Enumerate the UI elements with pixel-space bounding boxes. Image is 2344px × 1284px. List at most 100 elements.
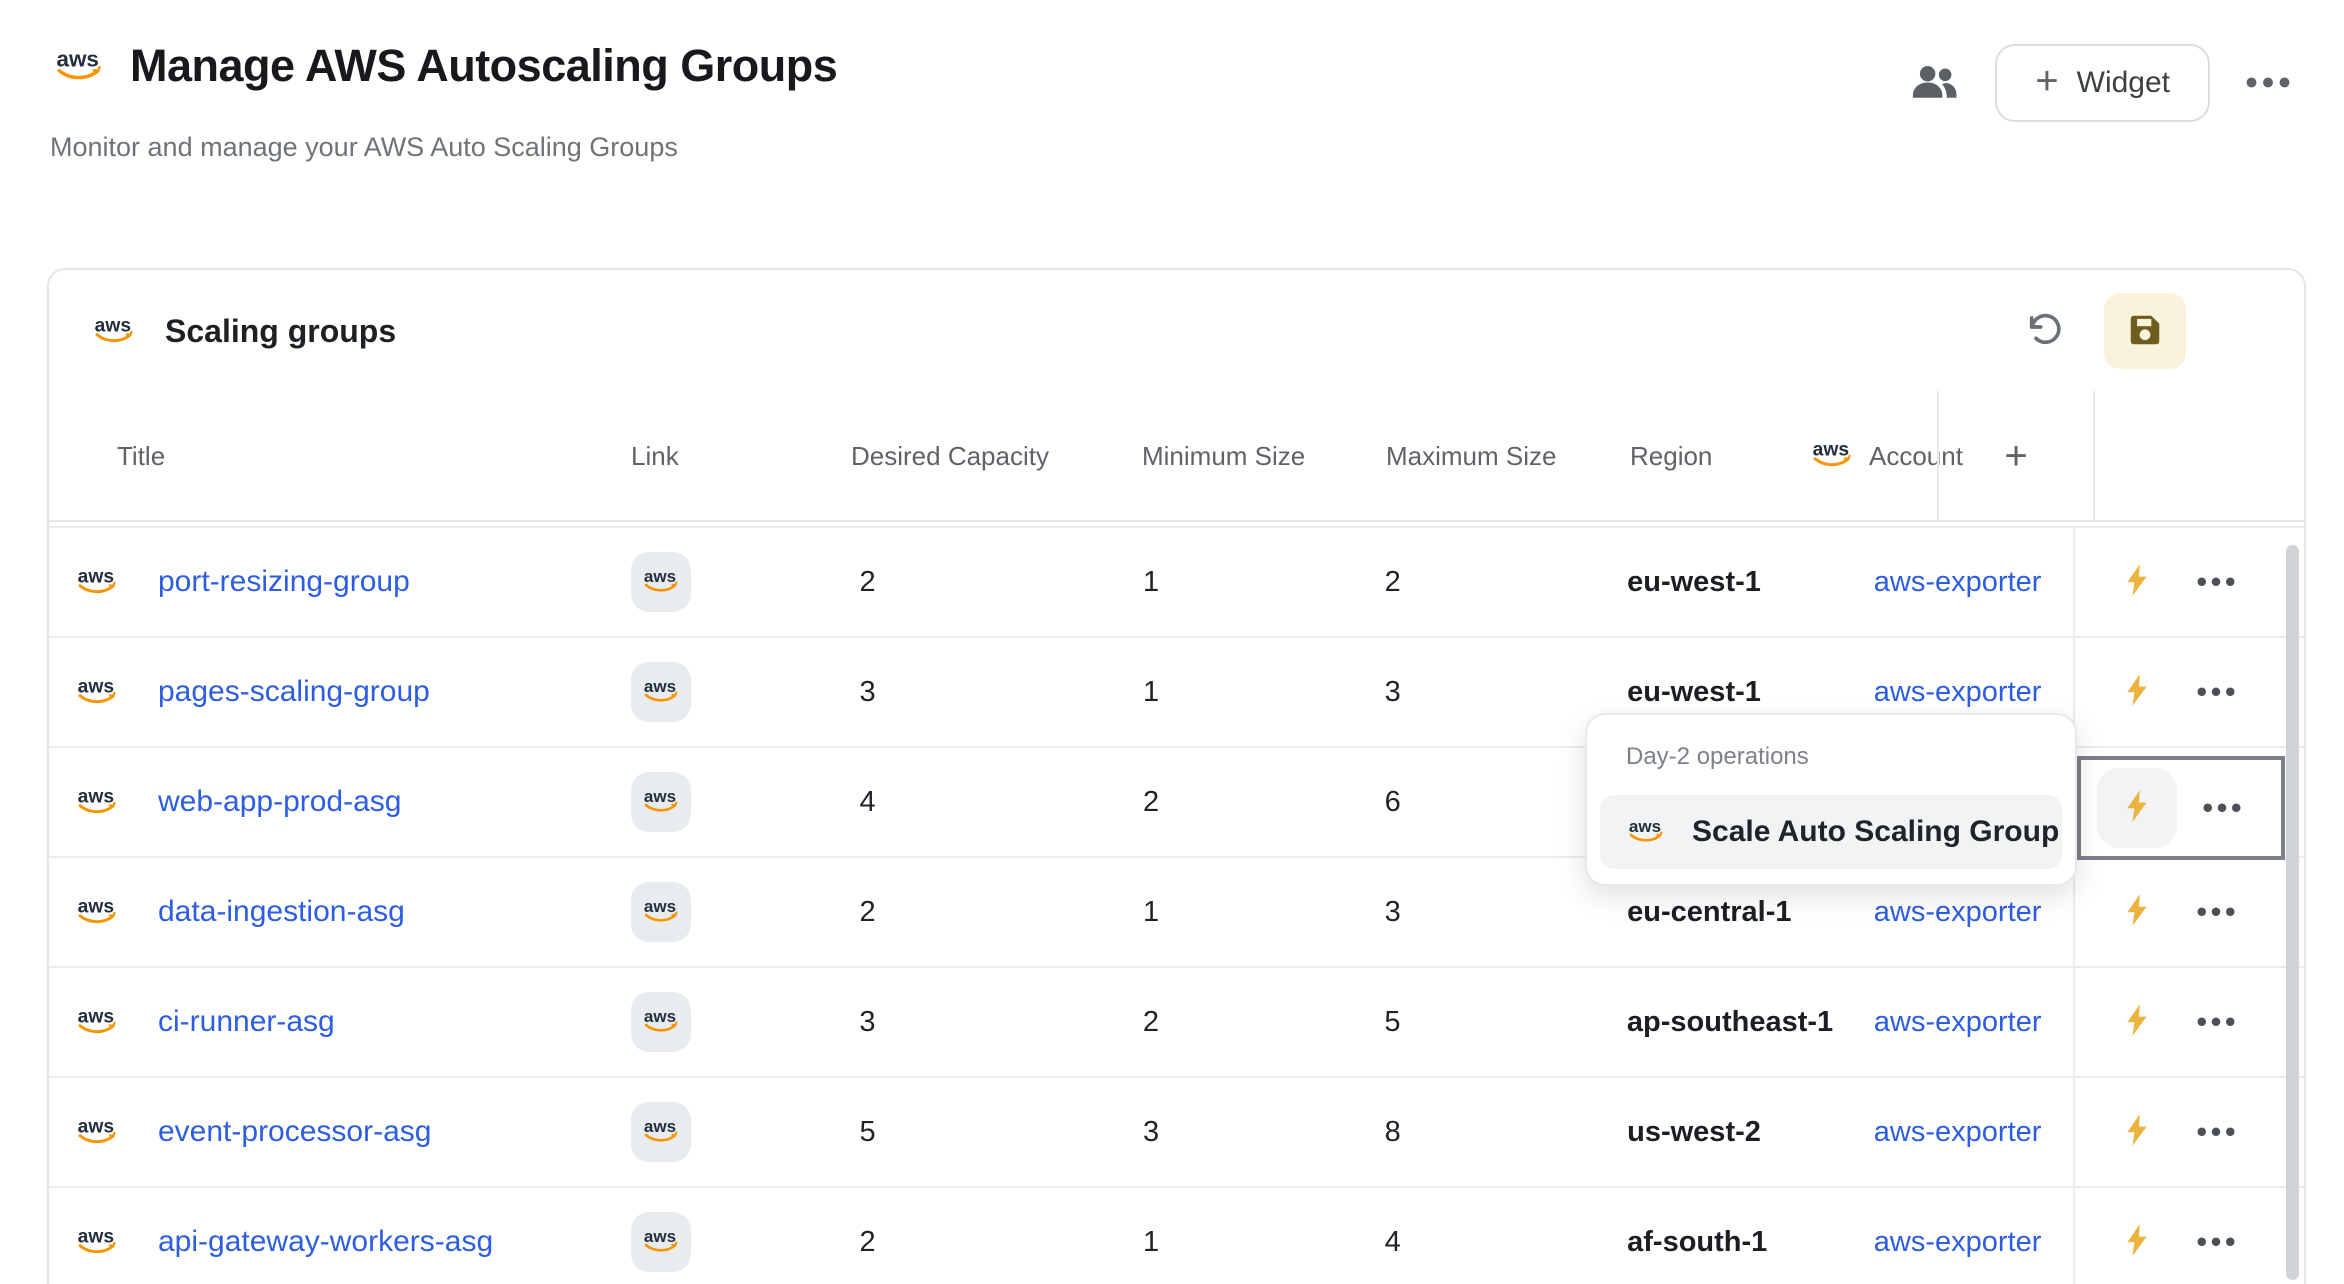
svg-text:aws: aws [1813,439,1849,460]
svg-text:aws: aws [644,897,676,916]
lightning-bolt-icon[interactable] [2123,1223,2151,1262]
svg-text:aws: aws [1629,817,1661,836]
svg-text:aws: aws [78,896,114,917]
aws-icon: aws [639,895,683,930]
row-menu-ellipsis-icon[interactable] [2197,573,2235,591]
svg-text:aws: aws [78,1116,114,1137]
table-row: aws ci-runner-asg aws 3 2 5 ap-southeast… [49,968,2304,1078]
row-minimum-size: 1 [1137,858,1382,966]
row-minimum-size: 2 [1137,968,1382,1076]
row-menu-ellipsis-icon[interactable] [2203,799,2241,817]
card-title: Scaling groups [165,313,396,350]
scale-auto-scaling-group-item[interactable]: aws Scale Auto Scaling Group [1600,795,2062,869]
row-link-badge[interactable]: aws [631,882,691,942]
svg-text:aws: aws [95,315,131,336]
row-minimum-size: 1 [1137,638,1382,746]
aws-icon: aws [72,563,122,602]
add-column-button[interactable]: + [1937,391,2095,521]
row-title-link[interactable]: api-gateway-workers-asg [158,1225,493,1259]
add-widget-button[interactable]: + Widget [1995,44,2210,122]
card-header: aws Scaling groups [49,270,2304,392]
row-minimum-size: 3 [1137,1078,1382,1186]
row-title-link[interactable]: ci-runner-asg [158,1005,335,1039]
row-action-cell [2073,638,2304,746]
lightning-bolt-icon[interactable] [2123,563,2151,602]
row-link-badge[interactable]: aws [631,552,691,612]
row-desired-capacity: 2 [848,1188,1137,1284]
lightning-bolt-icon[interactable] [2097,768,2177,848]
lightning-bolt-icon[interactable] [2123,673,2151,712]
row-region: eu-west-1 [1624,528,1801,636]
save-button[interactable] [2104,293,2186,369]
row-account-link[interactable]: aws-exporter [1874,566,2042,599]
svg-text:aws: aws [78,786,114,807]
column-header-minimum-size[interactable]: Minimum Size [1139,441,1384,472]
lightning-bolt-icon[interactable] [2123,1003,2151,1042]
column-header-title[interactable]: Title [49,441,629,472]
vertical-scrollbar[interactable] [2286,545,2299,1280]
row-account-link[interactable]: aws-exporter [1874,1006,2042,1039]
aws-icon: aws [639,1005,683,1040]
column-header-account[interactable]: aws Account [1804,436,1937,477]
row-menu-ellipsis-icon[interactable] [2197,1123,2235,1141]
page-header: aws Manage AWS Autoscaling Groups [50,40,837,92]
row-account-link[interactable]: aws-exporter [1874,896,2042,929]
people-icon[interactable] [1911,64,1959,103]
aws-icon: aws [639,565,683,600]
page-menu-button[interactable] [2246,76,2290,91]
lightning-bolt-icon[interactable] [2123,893,2151,932]
row-account-link[interactable]: aws-exporter [1874,676,2042,709]
page-subtitle: Monitor and manage your AWS Auto Scaling… [50,132,678,163]
header-actions: + Widget [1911,44,2290,122]
row-menu-ellipsis-icon[interactable] [2197,683,2235,701]
day2-operations-popup: Day-2 operations aws Scale Auto Scaling … [1585,713,2077,886]
aws-icon: aws [1807,436,1857,477]
aws-icon: aws [72,1113,122,1152]
row-link-badge[interactable]: aws [631,992,691,1052]
row-link-badge[interactable]: aws [631,662,691,722]
row-action-cell [2073,1188,2304,1284]
row-menu-ellipsis-icon[interactable] [2197,1233,2235,1251]
refresh-button[interactable] [2024,310,2064,353]
svg-text:aws: aws [644,1007,676,1026]
ellipsis-icon [2246,76,2290,91]
page-title: Manage AWS Autoscaling Groups [130,40,837,92]
row-title-link[interactable]: event-processor-asg [158,1115,431,1149]
row-menu-ellipsis-icon[interactable] [2197,903,2235,921]
row-title-link[interactable]: web-app-prod-asg [158,785,401,819]
row-desired-capacity: 3 [848,638,1137,746]
row-desired-capacity: 5 [848,1078,1137,1186]
row-account-link[interactable]: aws-exporter [1874,1116,2042,1149]
row-title-link[interactable]: pages-scaling-group [158,675,430,709]
table-header-row: Title Link Desired Capacity Minimum Size… [49,392,2304,522]
row-minimum-size: 1 [1137,528,1382,636]
svg-text:aws: aws [78,566,114,587]
column-header-maximum-size[interactable]: Maximum Size [1384,441,1627,472]
row-maximum-size: 4 [1382,1188,1625,1284]
row-maximum-size: 5 [1381,968,1624,1076]
table-row: aws port-resizing-group aws 2 1 2 eu-wes… [49,528,2304,638]
row-title-link[interactable]: port-resizing-group [158,565,410,599]
row-account-link[interactable]: aws-exporter [1874,1226,2042,1259]
row-title-link[interactable]: data-ingestion-asg [158,895,405,929]
row-action-cell [2073,858,2304,966]
row-link-badge[interactable]: aws [631,1212,691,1272]
svg-text:aws: aws [644,567,676,586]
row-desired-capacity: 3 [847,968,1136,1076]
row-menu-ellipsis-icon[interactable] [2197,1013,2235,1031]
row-link-badge[interactable]: aws [631,772,691,832]
aws-icon: aws [72,1223,122,1262]
aws-icon: aws [72,673,122,712]
aws-icon: aws [89,312,139,351]
row-maximum-size: 8 [1382,1078,1625,1186]
table-body: aws port-resizing-group aws 2 1 2 eu-wes… [49,522,2304,1284]
row-minimum-size: 2 [1137,748,1382,856]
svg-text:aws: aws [644,677,676,696]
row-action-cell [2073,968,2304,1076]
lightning-bolt-icon[interactable] [2123,1113,2151,1152]
aws-icon: aws [639,675,683,710]
column-header-desired-capacity[interactable]: Desired Capacity [849,441,1139,472]
column-header-link[interactable]: Link [629,441,849,472]
row-link-badge[interactable]: aws [631,1102,691,1162]
column-header-region[interactable]: Region [1627,441,1804,472]
